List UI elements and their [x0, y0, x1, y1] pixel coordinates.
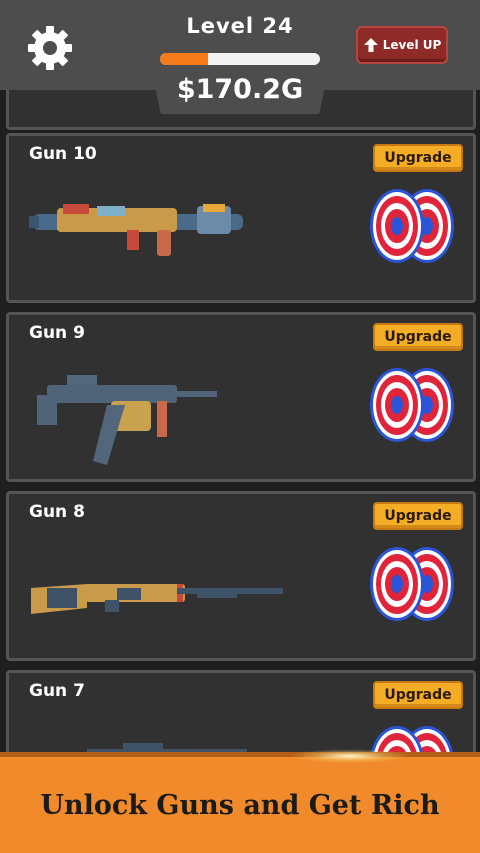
gun-name: Gun 7 [29, 681, 85, 701]
upgrade-button[interactable]: Upgrade [373, 144, 463, 172]
target-icon [370, 368, 454, 442]
upgrade-button[interactable]: Upgrade [373, 681, 463, 709]
gun-card: Gun 9 Upgrade [6, 312, 476, 482]
level-up-label: Level UP [382, 38, 442, 52]
smg-icon [37, 375, 217, 465]
gun-name: Gun 10 [29, 144, 97, 164]
level-up-button[interactable]: Level UP [356, 26, 448, 64]
rocket-launcher-icon [29, 204, 243, 256]
upgrade-button[interactable]: Upgrade [373, 502, 463, 530]
sparkle-glow [290, 749, 410, 763]
gun-card: Gun 8 Upgrade [6, 491, 476, 661]
level-progress-bar [160, 53, 320, 65]
up-arrow-icon [363, 38, 378, 52]
gun-name: Gun 9 [29, 323, 85, 343]
gun-name: Gun 8 [29, 502, 85, 522]
level-progress-fill [160, 53, 208, 65]
upgrade-button[interactable]: Upgrade [373, 323, 463, 351]
target-icon [370, 189, 454, 263]
promo-banner-text: Unlock Guns and Get Rich [40, 789, 440, 821]
target-icon [370, 547, 454, 621]
rifle-icon [31, 584, 283, 614]
promo-banner: Unlock Guns and Get Rich [0, 749, 480, 853]
gun-card: Gun 10 Upgrade [6, 133, 476, 303]
money-balance: $170.2G [176, 74, 304, 105]
